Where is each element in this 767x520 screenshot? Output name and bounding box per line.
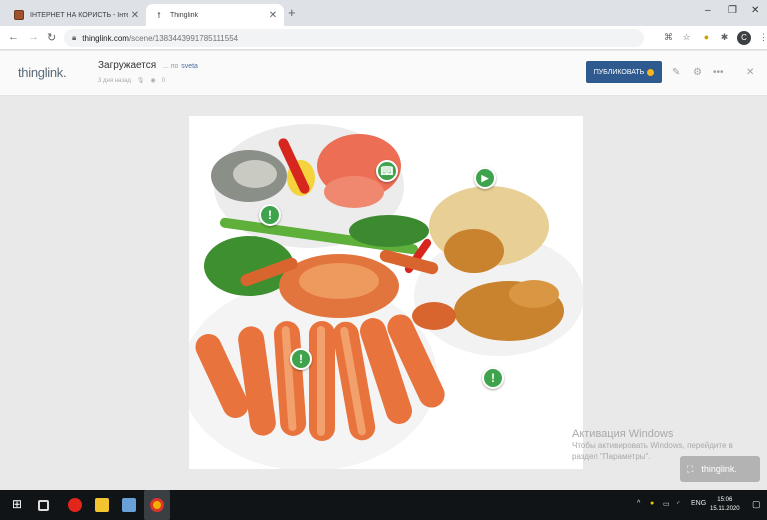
address-bar[interactable]: 🔒︎ thinglink.com/scene/13834439917851115… [64, 29, 644, 47]
site-favicon-icon [14, 10, 24, 20]
browser-tab-strip: ІНТЕРНЕТ НА КОРИСТЬ - Інтер ✕ ꝉ Thinglin… [0, 0, 767, 26]
wifi-icon[interactable]: ◜ [677, 500, 680, 508]
task-view-icon[interactable] [38, 500, 49, 511]
clock-time: 15:06 [717, 497, 733, 503]
scene-tag-info-1[interactable]: ! [259, 204, 281, 226]
app-icon[interactable] [122, 498, 136, 512]
forward-arrow-icon[interactable]: → [28, 31, 39, 43]
lock-icon: 🔒︎ [72, 33, 77, 42]
scene-meta: 3 дня назад 🎙︎ ◉ 0 [98, 77, 166, 85]
scene-title-row: Загружается ... по sveta [98, 60, 198, 71]
badge-label: thinglink. [701, 464, 737, 474]
fullscreen-icon[interactable]: ⛶ [687, 464, 693, 475]
restore-icon[interactable]: ❐ [728, 5, 737, 16]
language-indicator[interactable]: ENG [691, 500, 706, 507]
minimize-icon[interactable]: – [705, 5, 711, 16]
tab-close-icon[interactable]: ✕ [128, 10, 142, 21]
play-icon: ▶ [481, 172, 489, 183]
back-arrow-icon[interactable]: ← [8, 31, 19, 43]
watermark-title: Активация Windows [572, 428, 674, 440]
opera-icon[interactable] [68, 498, 82, 512]
tab-title: ІНТЕРНЕТ НА КОРИСТЬ - Інтер [30, 11, 128, 19]
book-icon: 📖︎ [380, 165, 394, 177]
notification-dot-icon [647, 68, 655, 76]
by-text: ... по [162, 63, 179, 70]
scene-tag-info-2[interactable]: ! [290, 348, 312, 370]
publish-button[interactable]: ПУБЛИКОВАТЬ [586, 61, 662, 83]
url-host: thinglink.com [82, 33, 129, 43]
browser-tab-thinglink[interactable]: ꝉ Thinglink ✕ [146, 4, 284, 26]
browser-tab-internet[interactable]: ІНТЕРНЕТ НА КОРИСТЬ - Інтер ✕ [6, 4, 146, 26]
pencil-icon[interactable]: ✎ [672, 67, 680, 78]
extension-icon[interactable]: ● [701, 32, 712, 43]
menu-dots-icon[interactable]: ⋮ [758, 32, 767, 43]
windows-start-icon[interactable]: ⊞ [12, 497, 26, 511]
close-icon[interactable]: ✕ [746, 67, 754, 78]
window-close-icon[interactable]: ✕ [751, 5, 759, 16]
url-path: /scene/1383443991785111554 [128, 33, 239, 43]
more-dots-icon[interactable]: ••• [713, 67, 724, 78]
tab-close-icon[interactable]: ✕ [266, 10, 280, 21]
file-explorer-icon[interactable] [95, 498, 109, 512]
chevron-up-icon[interactable]: ^ [637, 500, 640, 507]
view-count: 0 [161, 77, 166, 84]
reload-icon[interactable]: ↻ [47, 31, 56, 44]
plus-icon[interactable]: + [288, 5, 296, 20]
exclamation-icon: ! [491, 371, 495, 385]
clock-date: 15.11.2020 [710, 506, 740, 512]
chrome-icon[interactable] [150, 498, 164, 512]
scene-title[interactable]: Загружается [98, 60, 156, 71]
notifications-icon[interactable]: ▢ [752, 499, 761, 510]
scene-tag-info-3[interactable]: ! [482, 367, 504, 389]
author-link[interactable]: sveta [181, 63, 198, 70]
exclamation-icon: ! [299, 352, 303, 366]
eye-icon: ◉ [150, 78, 156, 84]
scene-tag-video[interactable]: ▶ [474, 167, 496, 189]
network-icon[interactable]: ▭ [663, 500, 670, 508]
thinglink-logo[interactable]: thinglink. [18, 65, 67, 80]
exclamation-icon: ! [268, 208, 272, 222]
tab-title: Thinglink [170, 11, 199, 19]
thinglink-header: thinglink. Загружается ... по sveta 3 дн… [0, 51, 767, 96]
puzzle-icon[interactable]: ✱ [719, 32, 730, 43]
profile-avatar[interactable]: C [737, 31, 751, 45]
settings-gear-icon[interactable]: ⚙ [693, 67, 702, 78]
scene-tag-book[interactable]: 📖︎ [376, 160, 398, 182]
mic-icon: 🎙︎ [136, 78, 145, 84]
thinglink-favicon-icon: ꝉ [157, 10, 161, 20]
translate-icon[interactable]: ⌘ [663, 32, 674, 43]
watermark-line: Чтобы активировать Windows, перейдите в [572, 441, 733, 450]
thinglink-badge[interactable]: ⛶ thinglink. [680, 456, 760, 482]
windows-taskbar: ⊞ ^ ● ▭ ◜ ENG 15:06 15.11.2020 ▢ [0, 490, 767, 520]
browser-toolbar: ← → ↻ 🔒︎ thinglink.com/scene/13834439917… [0, 26, 767, 50]
bookmark-star-icon[interactable]: ☆ [681, 32, 692, 43]
publish-label: ПУБЛИКОВАТЬ [593, 68, 645, 76]
taskbar-clock[interactable]: 15:06 15.11.2020 [710, 496, 740, 514]
tray-app-icon[interactable]: ● [650, 500, 654, 507]
time-ago: 3 дня назад [98, 77, 131, 84]
